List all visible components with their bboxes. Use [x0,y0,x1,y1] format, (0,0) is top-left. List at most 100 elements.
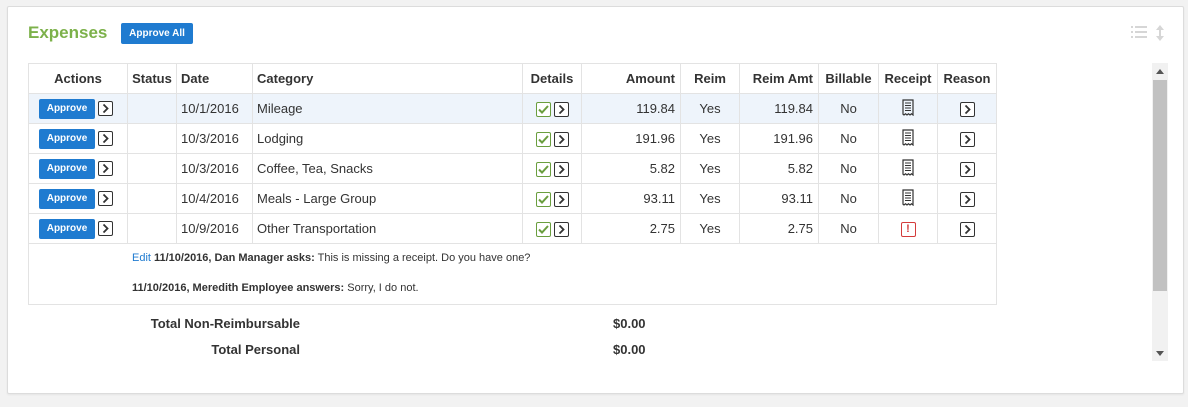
billable-cell: No [818,183,879,214]
header-status[interactable]: Status [127,63,177,94]
date-cell: 10/9/2016 [176,213,253,244]
edit-comment-link[interactable]: Edit [132,252,151,264]
notes-row: Edit 11/10/2016, Dan Manager asks: This i… [28,243,997,305]
category-cell: Other Transportation [252,213,523,244]
header-amount[interactable]: Amount [581,63,681,94]
approve-button[interactable]: Approve [39,158,95,179]
check-icon [535,221,551,237]
reim-cell: Yes [680,213,740,244]
approve-all-button[interactable]: Approve All [121,23,193,44]
panel-title: Expenses [28,23,108,42]
approve-button[interactable]: Approve [39,98,95,119]
expenses-table: Actions Status Date Category Details Amo… [28,63,997,305]
total-non-reimbursable-label: Total Non-Reimbursable [150,316,300,331]
reim-amt-cell: 191.96 [739,123,819,154]
reason-chevron-icon[interactable] [959,161,975,177]
approve-button[interactable]: Approve [39,188,95,209]
approve-button[interactable]: Approve [39,218,95,239]
header-reim-amt[interactable]: Reim Amt [739,63,819,94]
reason-cell [937,123,997,154]
billable-cell: No [818,123,879,154]
notes-cell: Edit 11/10/2016, Dan Manager asks: This i… [28,243,997,305]
receipt-icon[interactable] [902,158,914,179]
table-row[interactable]: Approve 10/3/2016 Coffee, Tea, Snacks 5.82 Y… [28,153,997,184]
reason-chevron-icon[interactable] [959,101,975,117]
list-icon[interactable] [1131,25,1147,41]
status-cell [127,123,177,154]
employee-answer: 11/10/2016, Meredith Employee answers: S… [132,282,419,294]
date-cell: 10/4/2016 [176,183,253,214]
header-actions: Actions [28,63,128,94]
scrollbar-thumb[interactable] [1153,80,1167,291]
category-cell: Meals - Large Group [252,183,523,214]
header-date[interactable]: Date [176,63,253,94]
expand-row-icon[interactable] [98,101,113,116]
scroll-down-arrow-icon[interactable] [1152,345,1168,361]
table-row[interactable]: Approve 10/3/2016 Lodging 191.96 Yes 191.96 No [28,123,997,154]
check-icon [535,161,551,177]
table-row[interactable]: Approve 10/4/2016 Meals - Large Group 93.11… [28,183,997,214]
billable-cell: No [818,213,879,244]
billable-cell: No [818,93,879,124]
receipt-icon[interactable] [902,98,914,119]
expand-row-icon[interactable] [98,191,113,206]
status-cell [127,153,177,184]
reason-chevron-icon[interactable] [959,221,975,237]
sort-icon[interactable] [1155,25,1165,41]
vertical-scrollbar[interactable] [1152,63,1168,361]
amount-cell: 5.82 [581,153,681,184]
question-header: 11/10/2016, Dan Manager asks: [153,252,315,264]
header-category[interactable]: Category [252,63,523,94]
actions-cell: Approve [28,123,128,154]
reim-cell: Yes [680,153,740,184]
receipt-cell [878,153,938,184]
header-receipt: Receipt [878,63,938,94]
missing-receipt-icon[interactable]: ! [900,221,916,237]
header-billable[interactable]: Billable [818,63,879,94]
details-chevron-icon[interactable] [553,221,569,237]
scroll-up-arrow-icon[interactable] [1152,63,1168,79]
reim-cell: Yes [680,183,740,214]
details-chevron-icon[interactable] [553,191,569,207]
table-row[interactable]: Approve 10/1/2016 Mileage 119.84 Yes 119.84 No [28,93,997,124]
details-chevron-icon[interactable] [553,161,569,177]
answer-header: 11/10/2016, Meredith Employee answers: [132,282,345,294]
category-cell: Lodging [252,123,523,154]
receipt-cell [878,183,938,214]
receipt-cell [878,93,938,124]
table-row[interactable]: Approve 10/9/2016 Other Transportation 2.75… [28,213,997,244]
check-icon [535,131,551,147]
date-cell: 10/3/2016 [176,153,253,184]
actions-cell: Approve [28,153,128,184]
reason-chevron-icon[interactable] [959,131,975,147]
reason-cell [937,153,997,184]
actions-cell: Approve [28,213,128,244]
total-personal-value: $0.00 [613,342,646,357]
reason-chevron-icon[interactable] [959,191,975,207]
comment-thread: Edit 11/10/2016, Dan Manager asks: This i… [30,244,996,304]
expand-row-icon[interactable] [98,221,113,236]
reim-amt-cell: 93.11 [739,183,819,214]
receipt-icon[interactable] [902,188,914,209]
receipt-cell [878,123,938,154]
details-cell [522,93,582,124]
header-reim[interactable]: Reim [680,63,740,94]
table-header-row: Actions Status Date Category Details Amo… [28,63,997,94]
amount-cell: 93.11 [581,183,681,214]
expand-row-icon[interactable] [98,161,113,176]
reason-cell [937,93,997,124]
date-cell: 10/3/2016 [176,123,253,154]
receipt-icon[interactable] [902,128,914,149]
approve-button[interactable]: Approve [39,128,95,149]
receipt-cell: ! [878,213,938,244]
expand-row-icon[interactable] [98,131,113,146]
amount-cell: 119.84 [581,93,681,124]
details-chevron-icon[interactable] [553,131,569,147]
details-cell [522,213,582,244]
actions-cell: Approve [28,93,128,124]
check-icon [535,191,551,207]
reim-cell: Yes [680,123,740,154]
header-reason: Reason [937,63,997,94]
details-chevron-icon[interactable] [553,101,569,117]
reason-cell [937,183,997,214]
